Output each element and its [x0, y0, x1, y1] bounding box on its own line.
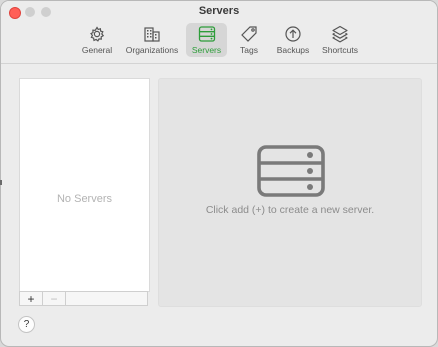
- upload-circle-icon: [285, 26, 301, 42]
- window-title: Servers: [198, 5, 240, 17]
- edge-marker: [0, 180, 2, 185]
- layers-icon: [332, 25, 348, 43]
- list-footer-bar: + −: [19, 291, 148, 306]
- empty-detail-text: Click add (+) to create a new server.: [205, 204, 375, 216]
- tag-icon: [241, 26, 257, 42]
- help-button[interactable]: ?: [18, 316, 35, 333]
- server-detail-panel: Click add (+) to create a new server.: [158, 78, 422, 307]
- tab-organizations-label: Organizations: [125, 45, 179, 55]
- tab-shortcuts[interactable]: Shortcuts: [318, 23, 362, 57]
- server-placeholder-icon: [257, 145, 325, 197]
- preferences-window: Servers General Organizations Servers Ta…: [0, 0, 438, 347]
- remove-server-button[interactable]: −: [43, 292, 66, 305]
- preferences-toolbar: General Organizations Servers Tags Backu…: [1, 23, 437, 59]
- tab-organizations[interactable]: Organizations: [122, 23, 182, 57]
- empty-list-text: No Servers: [56, 193, 113, 205]
- gear-icon: [90, 26, 105, 42]
- tab-general[interactable]: General: [79, 23, 115, 57]
- tab-servers-label: Servers: [191, 45, 222, 55]
- tab-tags[interactable]: Tags: [235, 23, 263, 57]
- tab-backups-label: Backups: [276, 45, 310, 55]
- servers-pane: No Servers + − Click add (+) to create a…: [1, 64, 437, 346]
- server-icon: [198, 26, 215, 42]
- tab-servers[interactable]: Servers: [186, 23, 227, 57]
- servers-list[interactable]: No Servers: [19, 78, 150, 292]
- add-server-button[interactable]: +: [20, 292, 43, 305]
- list-footer-spacer: [66, 292, 147, 305]
- tab-shortcuts-label: Shortcuts: [322, 45, 358, 55]
- tab-backups[interactable]: Backups: [272, 23, 314, 57]
- title-bar: Servers General Organizations Servers Ta…: [1, 1, 437, 64]
- building-icon: [144, 27, 160, 42]
- tab-tags-label: Tags: [240, 45, 258, 55]
- tab-general-label: General: [81, 45, 113, 55]
